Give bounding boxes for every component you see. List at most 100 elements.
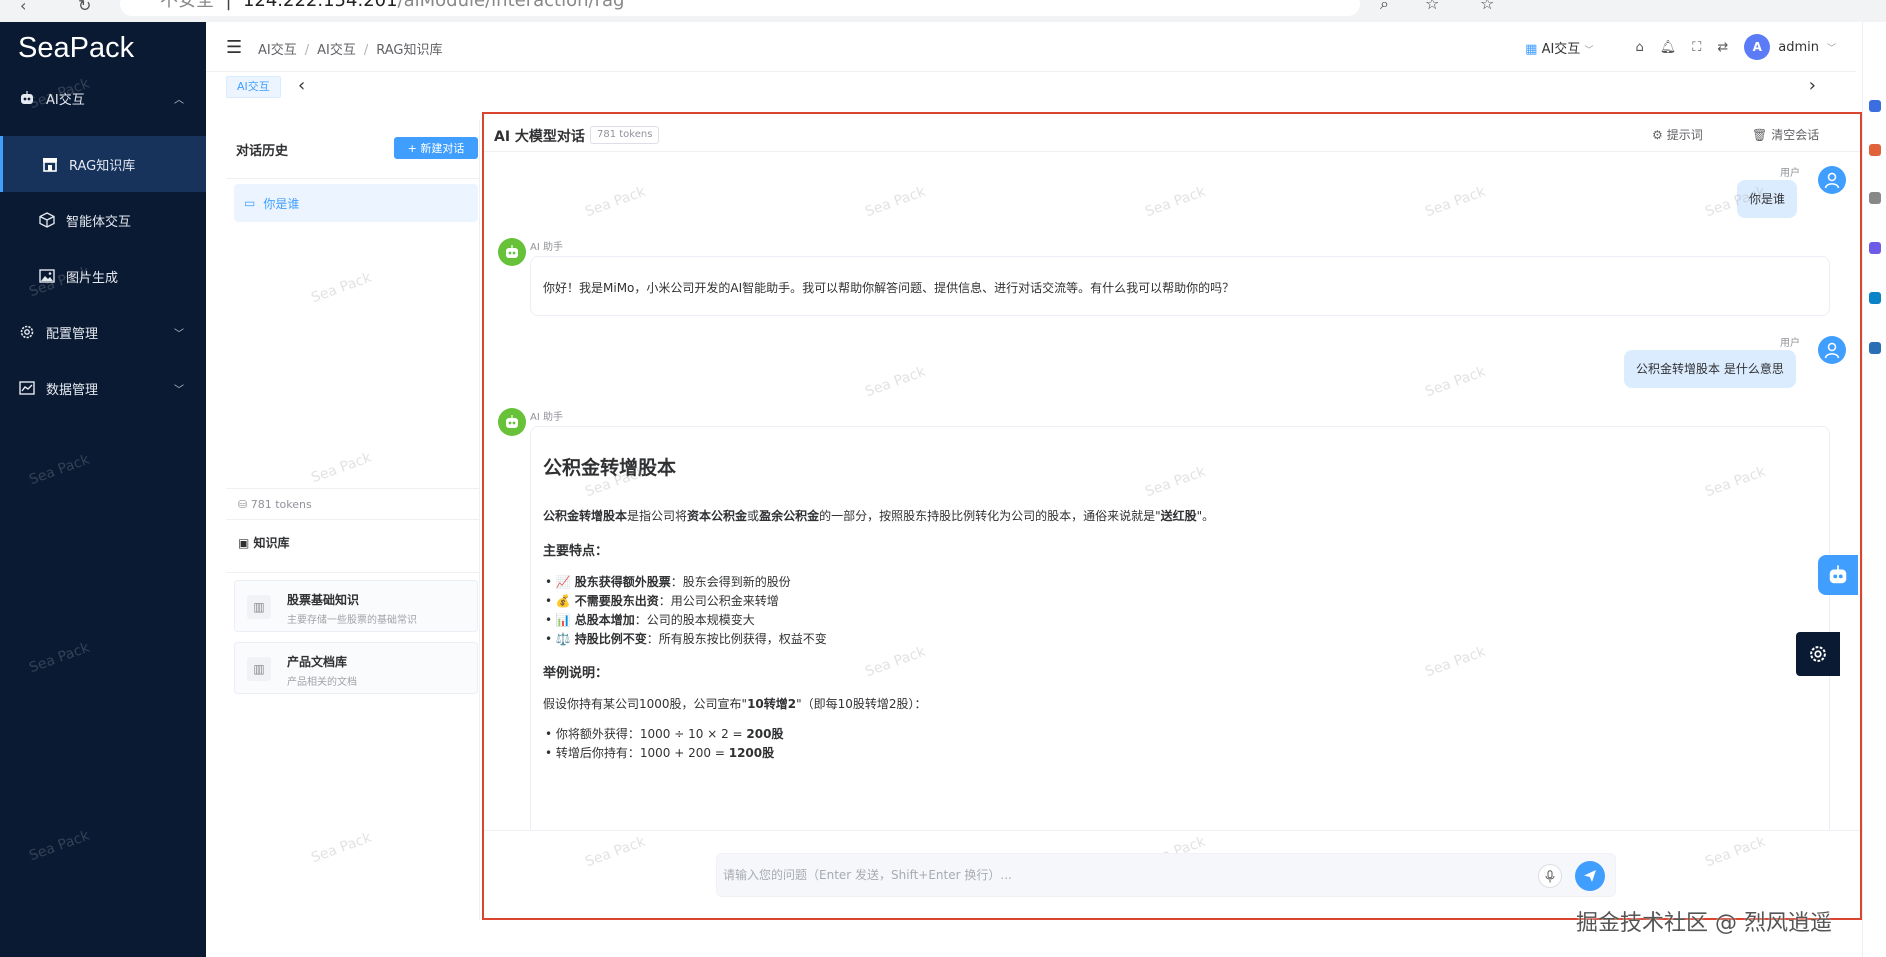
- bot-message-text: 你好！我是MiMo，小米公司开发的AI智能助手。我可以帮助你解答问题、提供信息、…: [543, 281, 1235, 295]
- menu-rag-knowledge[interactable]: RAG知识库: [0, 136, 206, 192]
- menu-label: 智能体交互: [66, 214, 132, 230]
- watermark: Sea Pack: [1143, 183, 1208, 221]
- bot-message: 你好！我是MiMo，小米公司开发的AI智能助手。我可以帮助你解答问题、提供信息、…: [530, 256, 1830, 316]
- chat-history-panel: 对话历史 + 新建对话 ▭ 你是谁 ⛁ 781 tokens ▣ 知识库 ▥ 股…: [226, 120, 480, 920]
- chart-icon: [18, 379, 36, 397]
- image-icon: [38, 267, 56, 285]
- calc-item: • 你将额外获得：1000 ÷ 10 × 2 = 200股: [545, 727, 784, 741]
- chat-input-box: [716, 853, 1616, 897]
- bookmark-star-icon[interactable]: ☆: [1480, 0, 1494, 13]
- breadcrumb-item[interactable]: AI交互: [258, 43, 297, 58]
- user-menu[interactable]: A admin ﹀: [1744, 34, 1836, 60]
- sidebar: SeaPack AI交互 ︿ RAG知识库 智能体交互 图片生成 配置管理 ﹀: [0, 22, 206, 957]
- chat-input[interactable]: [717, 854, 1537, 896]
- gear-icon: ⚙: [1652, 128, 1663, 142]
- extension-icon[interactable]: [1869, 100, 1881, 112]
- browser-side-panel: [1862, 22, 1886, 957]
- robot-icon: [18, 89, 36, 107]
- menu-toggle-icon[interactable]: ☰: [226, 37, 242, 58]
- prompt-button-label: 提示词: [1666, 128, 1703, 142]
- total-tokens-value: 781 tokens: [250, 498, 312, 511]
- watermark: Sea Pack: [27, 639, 92, 677]
- watermark: Sea Pack: [27, 827, 92, 865]
- knowledge-base-name: 产品文档库: [287, 655, 348, 669]
- watermark: Sea Pack: [583, 183, 648, 221]
- chevron-left-icon[interactable]: ‹: [298, 75, 305, 96]
- tag-ai-interaction[interactable]: AI交互: [226, 76, 281, 98]
- settings-button[interactable]: [1796, 632, 1840, 676]
- role-label-user: 用户: [1780, 168, 1800, 179]
- send-button[interactable]: [1575, 861, 1605, 891]
- knowledge-base-title-text: 知识库: [253, 536, 290, 550]
- clear-chat-button[interactable]: 🗑︎ 清空会话: [1752, 126, 1819, 143]
- feature-item: • 📈 股东获得额外股票：股东会得到新的股份: [545, 575, 791, 589]
- robot-icon: [1829, 565, 1847, 584]
- chat-header: AI 大模型对话 781 tokens ⚙ 提示词 🗑︎ 清空会话: [484, 114, 1860, 152]
- app-logo: SeaPack: [18, 32, 135, 64]
- extension-icon[interactable]: [1869, 192, 1881, 204]
- breadcrumb-item[interactable]: AI交互: [317, 43, 356, 58]
- trash-icon: 🗑︎: [1752, 128, 1768, 142]
- new-chat-button[interactable]: + 新建对话: [394, 137, 478, 159]
- extension-icon[interactable]: [1869, 292, 1881, 304]
- answer-heading: 公积金转增股本: [543, 457, 677, 479]
- knowledge-base-card[interactable]: ▥ 产品文档库 产品相关的文档: [234, 642, 478, 694]
- user-message: 公积金转增股本 是什么意思: [1624, 350, 1796, 388]
- menu-agent-interaction[interactable]: 智能体交互: [0, 192, 206, 248]
- database-icon: ⛁: [238, 498, 248, 511]
- top-actions: ▦ AI交互 ﹀ ⌂ 🔔︎ ⛶ ⇄ A admin ﹀: [1525, 34, 1836, 60]
- reload-icon[interactable]: ↻: [78, 0, 91, 15]
- knowledge-base-card[interactable]: ▥ 股票基础知识 主要存储一些股票的基础常识: [234, 580, 478, 632]
- menu-label: RAG知识库: [69, 158, 136, 174]
- chat-panel: AI 大模型对话 781 tokens ⚙ 提示词 🗑︎ 清空会话 用户 你是谁 A…: [482, 112, 1862, 920]
- module-select[interactable]: ▦ AI交互 ﹀: [1525, 38, 1593, 57]
- book-icon: ▣: [238, 536, 250, 550]
- profile-icon[interactable]: ☆: [1425, 0, 1439, 13]
- role-label-bot: AI 助手: [530, 412, 563, 423]
- home-icon[interactable]: ⌂: [1635, 40, 1643, 55]
- breadcrumb: AI交互 / AI交互 / RAG知识库: [258, 43, 443, 58]
- extension-icon[interactable]: [1869, 242, 1881, 254]
- extension-icon[interactable]: [1869, 144, 1881, 156]
- cube-icon: [38, 211, 56, 229]
- knowledge-base-desc: 主要存储一些股票的基础常识: [287, 615, 417, 626]
- watermark: Sea Pack: [1423, 363, 1488, 401]
- history-item[interactable]: ▭ 你是谁: [234, 184, 478, 222]
- knowledge-base-desc: 产品相关的文档: [287, 677, 357, 688]
- history-title: 对话历史: [236, 144, 289, 159]
- user-avatar-icon: [1818, 336, 1846, 364]
- bot-avatar-icon: [498, 238, 526, 266]
- chevron-right-icon[interactable]: ›: [1809, 75, 1816, 96]
- chevron-down-icon: ﹀: [1584, 45, 1594, 56]
- history-item-label: 你是谁: [263, 196, 300, 211]
- feature-item: • ⚖️ 持股比例不变：所有股东按比例获得，权益不变: [545, 632, 827, 646]
- microphone-button[interactable]: [1538, 864, 1562, 888]
- feature-item: • 💰 不需要股东出资：用公司公积金来转增: [545, 594, 779, 608]
- example-title: 举例说明：: [543, 666, 609, 681]
- book-icon: ▥: [247, 657, 271, 681]
- watermark: Sea Pack: [27, 451, 92, 489]
- floating-assistant-button[interactable]: [1818, 555, 1858, 595]
- bot-avatar-icon: [498, 408, 526, 436]
- translate-icon[interactable]: ⇄: [1717, 40, 1728, 55]
- fullscreen-icon[interactable]: ⛶: [1692, 40, 1701, 55]
- watermark: Sea Pack: [1423, 183, 1488, 221]
- menu-image-generation[interactable]: 图片生成: [0, 248, 206, 304]
- search-icon[interactable]: ⌕: [1380, 0, 1389, 14]
- menu-data-management[interactable]: 数据管理 ﹀: [0, 360, 206, 416]
- back-icon[interactable]: ‹: [20, 0, 26, 15]
- bell-icon[interactable]: 🔔︎: [1660, 40, 1677, 55]
- menu-ai-interaction[interactable]: AI交互 ︿: [0, 70, 206, 126]
- menu-label: 配置管理: [46, 326, 99, 342]
- watermark: Sea Pack: [309, 269, 374, 307]
- extension-icon[interactable]: [1869, 342, 1881, 354]
- prompt-button[interactable]: ⚙ 提示词: [1652, 126, 1703, 143]
- token-badge: 781 tokens: [590, 126, 660, 144]
- footer-watermark: 掘金技术社区 @ 烈风逍遥: [1576, 911, 1832, 936]
- chevron-down-icon: ﹀: [174, 328, 184, 340]
- tags-view: AI交互 ‹ ›: [206, 72, 1856, 100]
- user-avatar-icon: [1818, 166, 1846, 194]
- role-label-bot: AI 助手: [530, 242, 563, 253]
- address-bar[interactable]: 不安全 | 124.222.154.201/aiModule/interacti…: [120, 0, 1360, 16]
- menu-config-management[interactable]: 配置管理 ﹀: [0, 304, 206, 360]
